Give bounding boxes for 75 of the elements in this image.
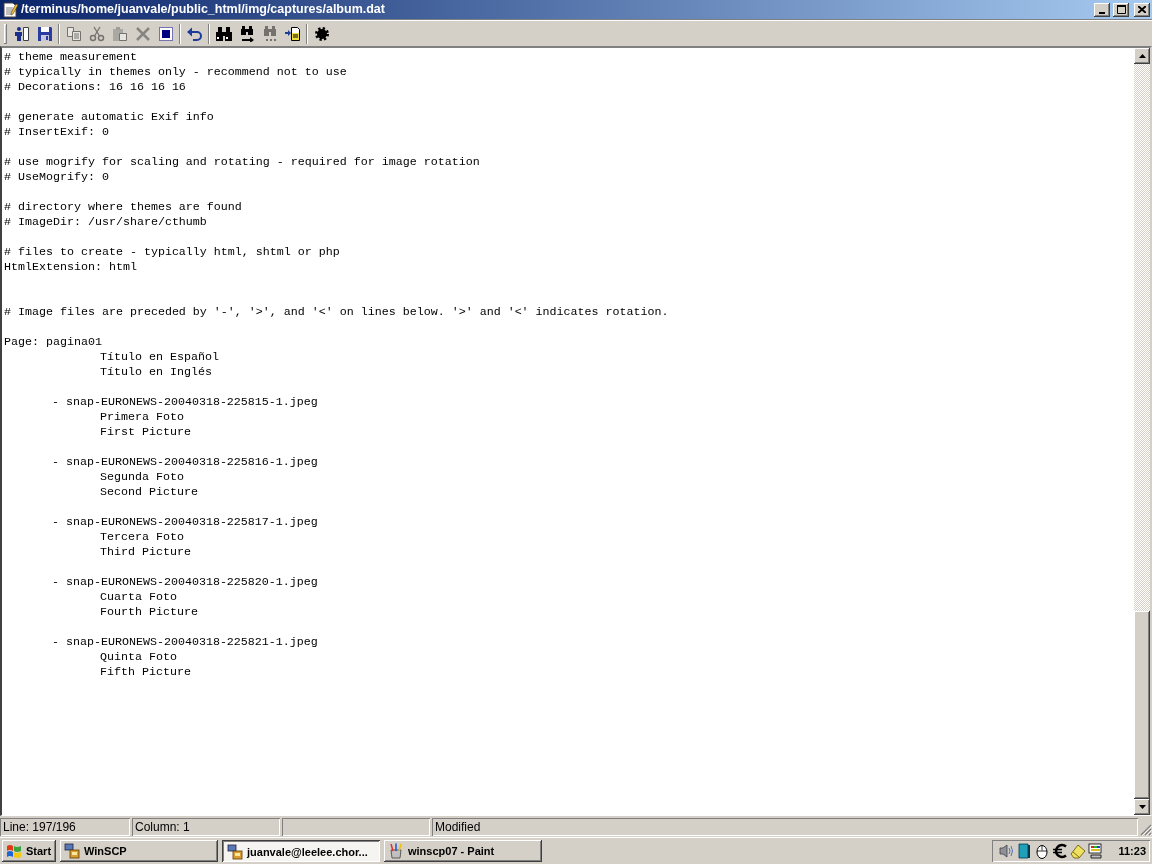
text-line: - snap-EURONEWS-20040318-225815-1.jpeg <box>52 395 318 409</box>
text-line: # generate automatic Exif info <box>4 110 214 124</box>
scrollbar-thumb[interactable] <box>1134 611 1150 799</box>
text-line: Second Picture <box>100 485 198 499</box>
computers-icon <box>64 843 80 859</box>
modified-status: Modified <box>432 818 1138 836</box>
paint-cup-icon <box>388 843 404 859</box>
cut-icon <box>88 25 105 42</box>
size-grip-icon[interactable] <box>1140 824 1152 836</box>
toolbar-grip[interactable] <box>4 23 7 44</box>
text-line: Primera Foto <box>100 410 184 424</box>
text-line: First Picture <box>100 425 191 439</box>
taskbar-button[interactable]: juanvale@leelee.chor... <box>222 840 380 862</box>
text-line: # UseMogrify: 0 <box>4 170 109 184</box>
close-icon <box>1138 6 1146 13</box>
down-arrow-icon <box>1138 805 1146 809</box>
binoculars-arrow-icon <box>238 25 255 42</box>
mouse-icon[interactable] <box>1034 843 1050 859</box>
text-line: Quinta Foto <box>100 650 177 664</box>
undo-icon <box>186 25 203 42</box>
gear-icon <box>313 25 330 42</box>
text-line: # Decorations: 16 16 16 16 <box>4 80 186 94</box>
vertical-scrollbar[interactable] <box>1134 48 1150 815</box>
select-all-icon <box>157 25 174 42</box>
display-icon[interactable] <box>1088 843 1104 859</box>
book-icon[interactable] <box>1016 843 1032 859</box>
taskbar-button[interactable]: winscp07 - Paint <box>384 840 542 862</box>
text-line: # InsertExif: 0 <box>4 125 109 139</box>
window-title: /terminus/home/juanvale/public_html/img/captures/album.dat <box>21 2 385 17</box>
page-arrow-icon <box>284 25 301 42</box>
text-line: Fourth Picture <box>100 605 198 619</box>
text-line: Third Picture <box>100 545 191 559</box>
minimize-icon <box>1099 11 1105 14</box>
binoculars-icon <box>215 25 232 42</box>
text-line: # directory where themes are found <box>4 200 242 214</box>
text-line: - snap-EURONEWS-20040318-225817-1.jpeg <box>52 515 318 529</box>
text-line: Cuarta Foto <box>100 590 177 604</box>
copy-icon <box>65 25 82 42</box>
text-line: - snap-EURONEWS-20040318-225816-1.jpeg <box>52 455 318 469</box>
computers-icon <box>227 844 243 860</box>
text-line: Título en Inglés <box>100 365 212 379</box>
text-line: # ImageDir: /usr/share/cthumb <box>4 215 207 229</box>
line-status: Line: 197/196 <box>0 818 130 836</box>
text-line: Fifth Picture <box>100 665 191 679</box>
text-line: # use mogrify for scaling and rotating - required for image rotation <box>4 155 480 169</box>
maximize-icon <box>1116 5 1126 14</box>
clock-time: 11:23 <box>1118 843 1146 859</box>
up-arrow-icon <box>1138 54 1146 58</box>
speaker-icon[interactable] <box>998 843 1014 859</box>
maximize-button[interactable] <box>1113 2 1129 17</box>
paste-icon <box>111 25 128 42</box>
text-line: HtmlExtension: html <box>4 260 137 274</box>
save-icon <box>36 25 53 42</box>
text-line: # typically in themes only - recommend not to use <box>4 65 347 79</box>
column-status: Column: 1 <box>132 818 280 836</box>
text-line: # theme measurement <box>4 50 137 64</box>
text-line: # Image files are preceded by '-', '>', and '<' on lines below. '>' and '<' indicates rotation. <box>4 305 669 319</box>
text-line: Page: pagina01 <box>4 335 102 349</box>
text-line: - snap-EURONEWS-20040318-225821-1.jpeg <box>52 635 318 649</box>
delete-icon <box>134 25 151 42</box>
text-line: Tercera Foto <box>100 530 184 544</box>
taskbar-button[interactable]: WinSCP <box>60 840 218 862</box>
binoculars-dots-icon <box>261 25 278 42</box>
close-button[interactable] <box>1134 2 1150 17</box>
scroll-up-button[interactable] <box>1134 48 1150 64</box>
flag-icon <box>6 844 22 858</box>
text-line: - snap-EURONEWS-20040318-225820-1.jpeg <box>52 575 318 589</box>
person-door-icon <box>13 25 30 42</box>
text-line: # files to create - typically html, shtml or php <box>4 245 340 259</box>
euro-icon[interactable] <box>1052 843 1068 859</box>
minimize-button[interactable] <box>1094 2 1110 17</box>
scroll-down-button[interactable] <box>1134 799 1150 815</box>
start-button[interactable]: Start <box>2 840 56 862</box>
text-line: Segunda Foto <box>100 470 184 484</box>
text-line: Título en Español <box>100 350 219 364</box>
